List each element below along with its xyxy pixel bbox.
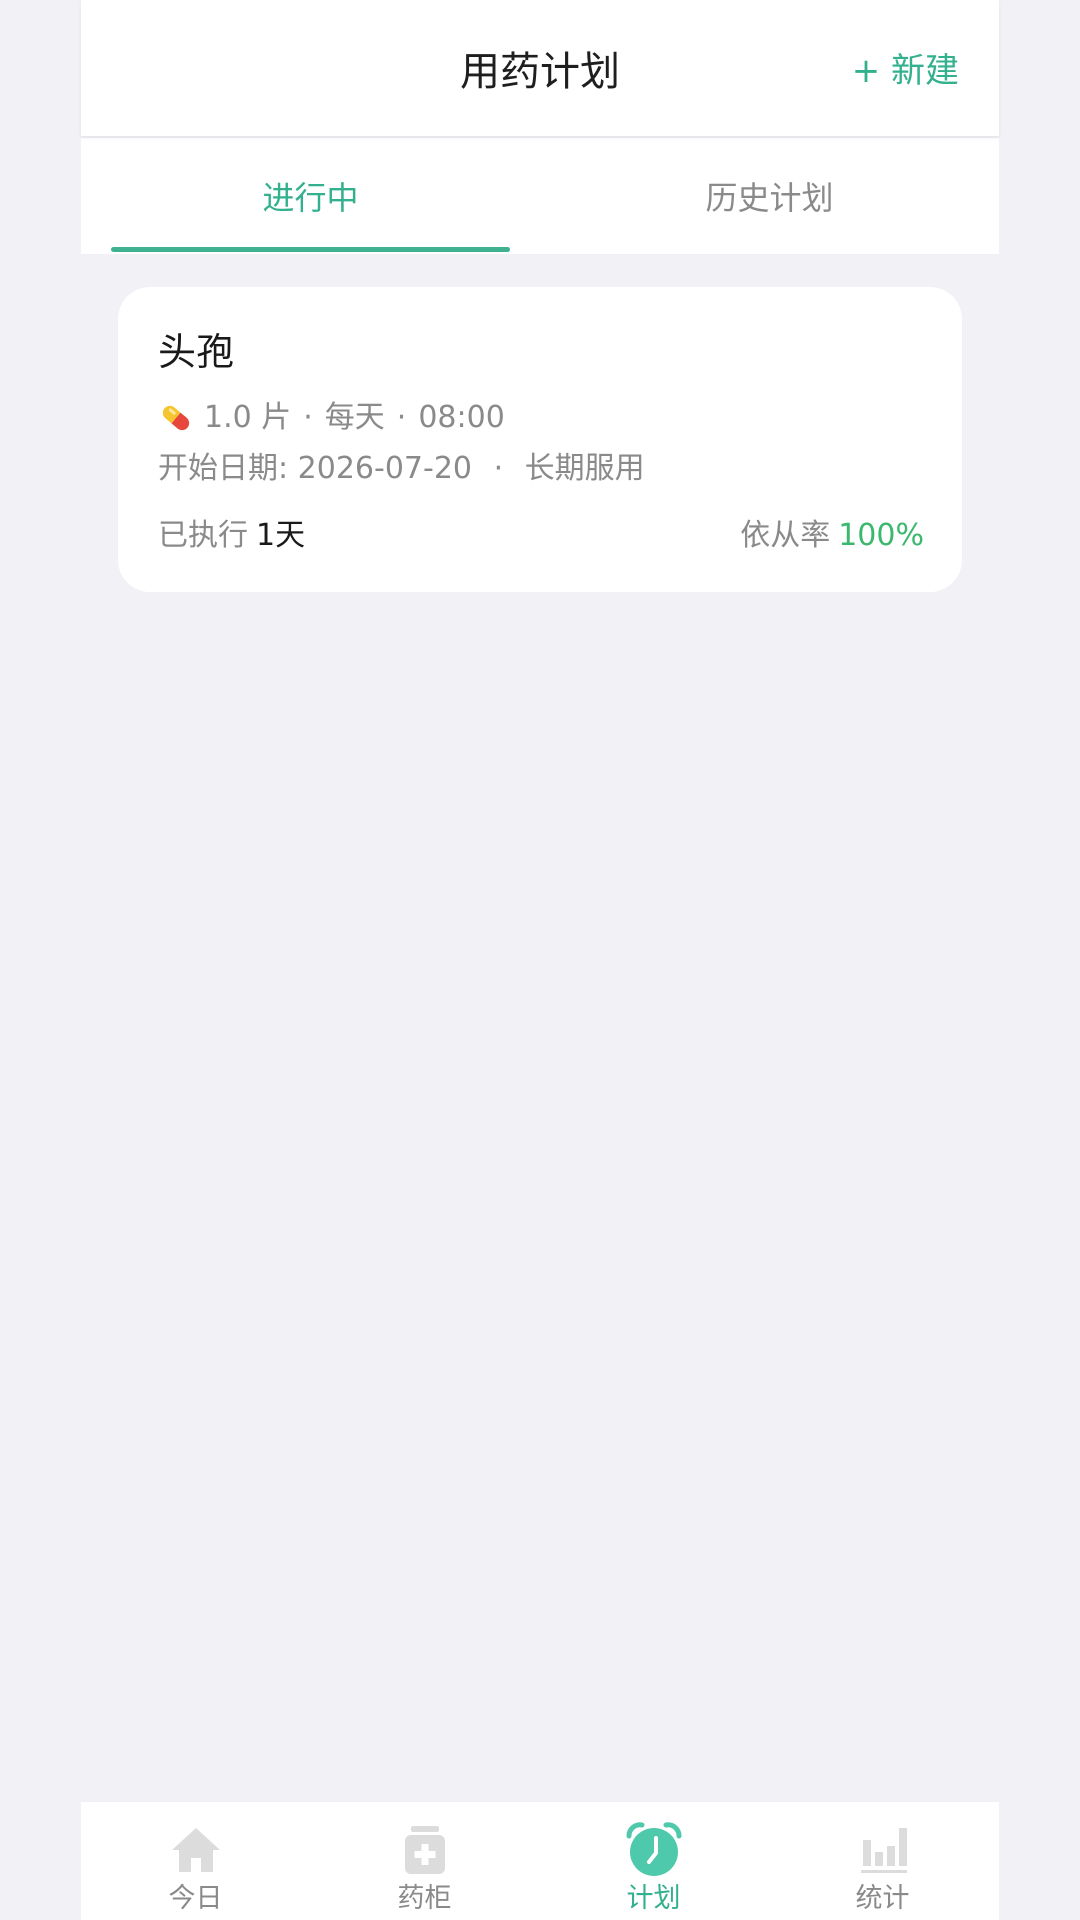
dose-schedule-line: 1.0 片 · 每天 · 08:00 <box>158 393 505 443</box>
separator-dot: · <box>493 451 504 486</box>
dose-time: 08:00 <box>418 400 505 435</box>
nav-label-today: 今日 <box>168 1883 223 1914</box>
plan-card[interactable]: 头孢 1.0 片 · 每天 · 08:00 开始日期: 2026-07-20 ·… <box>118 287 962 592</box>
start-date-line: 开始日期: 2026-07-20 · 长期服用 <box>158 444 645 494</box>
separator-dot: · <box>303 400 313 435</box>
bottom-nav: 今日 药柜 计划 统计 <box>81 1802 999 1920</box>
dose-amount: 1.0 片 <box>204 400 292 435</box>
adherence-label: 依从率 <box>740 518 831 553</box>
adherence-rate: 依从率 100% <box>740 511 924 561</box>
separator-dot: · <box>396 400 407 435</box>
duration-value: 长期服用 <box>524 451 645 486</box>
start-date-value: 2026-07-20 <box>297 451 473 486</box>
bar-chart-icon <box>860 1828 907 1873</box>
app-screen: 用药计划 + 新建 进行中 历史计划 头孢 1.0 片 · 每天 · 08:00… <box>81 0 999 1920</box>
nav-item-today[interactable]: 今日 <box>81 1802 310 1920</box>
nav-item-plan[interactable]: 计划 <box>539 1802 768 1920</box>
nav-label-cabinet: 药柜 <box>397 1883 452 1914</box>
executed-days: 已执行 1天 <box>158 511 305 561</box>
active-tab-indicator <box>111 247 510 252</box>
tab-in-progress[interactable]: 进行中 <box>81 138 540 254</box>
adherence-value: 100% <box>838 518 924 553</box>
header: 用药计划 + 新建 <box>81 0 999 136</box>
start-date-label: 开始日期: <box>158 451 289 486</box>
tab-history[interactable]: 历史计划 <box>540 138 999 254</box>
home-icon <box>171 1828 220 1872</box>
nav-label-stats: 统计 <box>855 1883 910 1914</box>
drug-name: 头孢 <box>158 330 235 374</box>
nav-item-stats[interactable]: 统计 <box>768 1802 997 1920</box>
new-plan-button[interactable]: + 新建 <box>852 46 959 96</box>
nav-label-plan: 计划 <box>626 1883 681 1914</box>
alarm-clock-icon <box>626 1822 681 1876</box>
nav-item-cabinet[interactable]: 药柜 <box>310 1802 539 1920</box>
tab-bar: 进行中 历史计划 <box>81 138 999 254</box>
pill-icon <box>162 405 190 431</box>
medicine-cabinet-icon <box>404 1826 445 1874</box>
executed-label: 已执行 <box>158 518 248 553</box>
executed-value: 1天 <box>256 518 306 553</box>
dose-frequency: 每天 <box>324 400 385 435</box>
